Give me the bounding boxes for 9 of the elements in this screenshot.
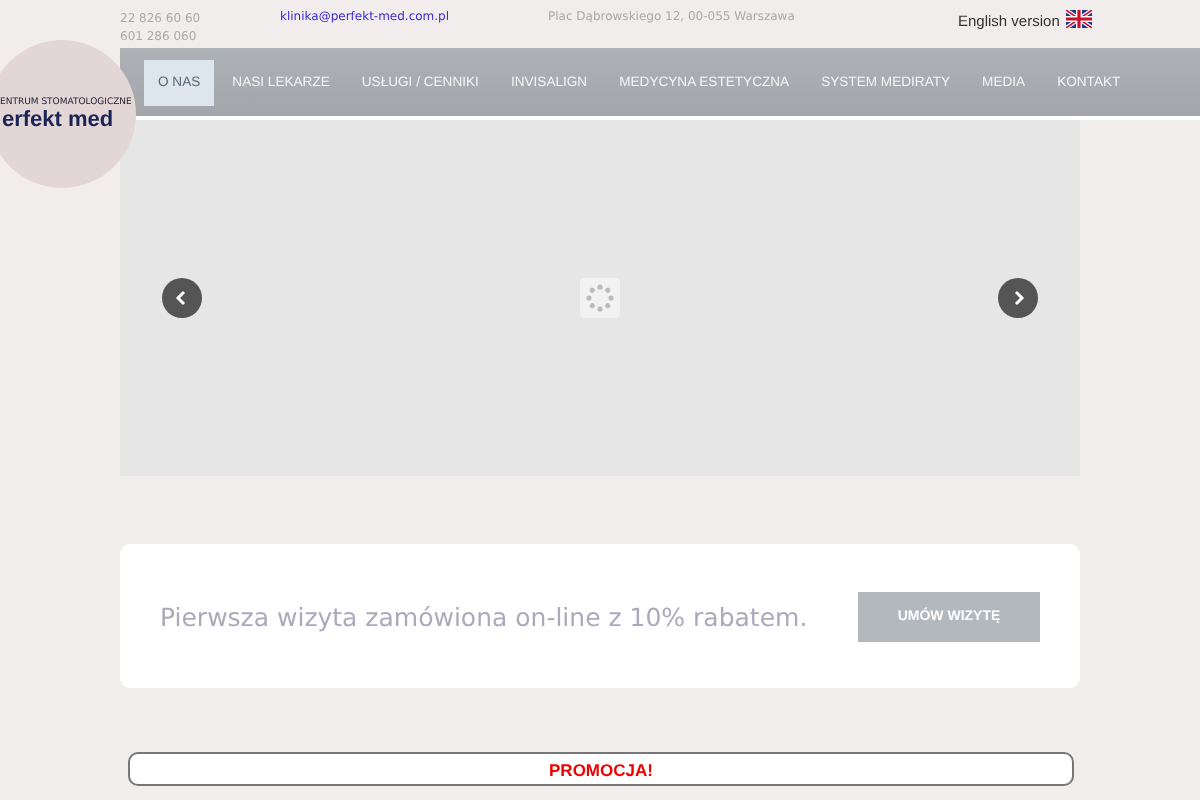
flag-icon[interactable] [1065,10,1092,28]
promo-text: Pierwsza wizyta zamówiona on-line z 10% rabatem. [160,601,808,631]
next-button[interactable] [998,278,1038,318]
previous-button[interactable] [162,278,202,318]
banner-text: PROMOCJA! [549,759,653,779]
chevron-left-icon [174,290,190,306]
loading-icon [580,278,620,318]
chevron-right-icon [1010,290,1026,306]
logo-name: erfekt med [2,107,114,131]
